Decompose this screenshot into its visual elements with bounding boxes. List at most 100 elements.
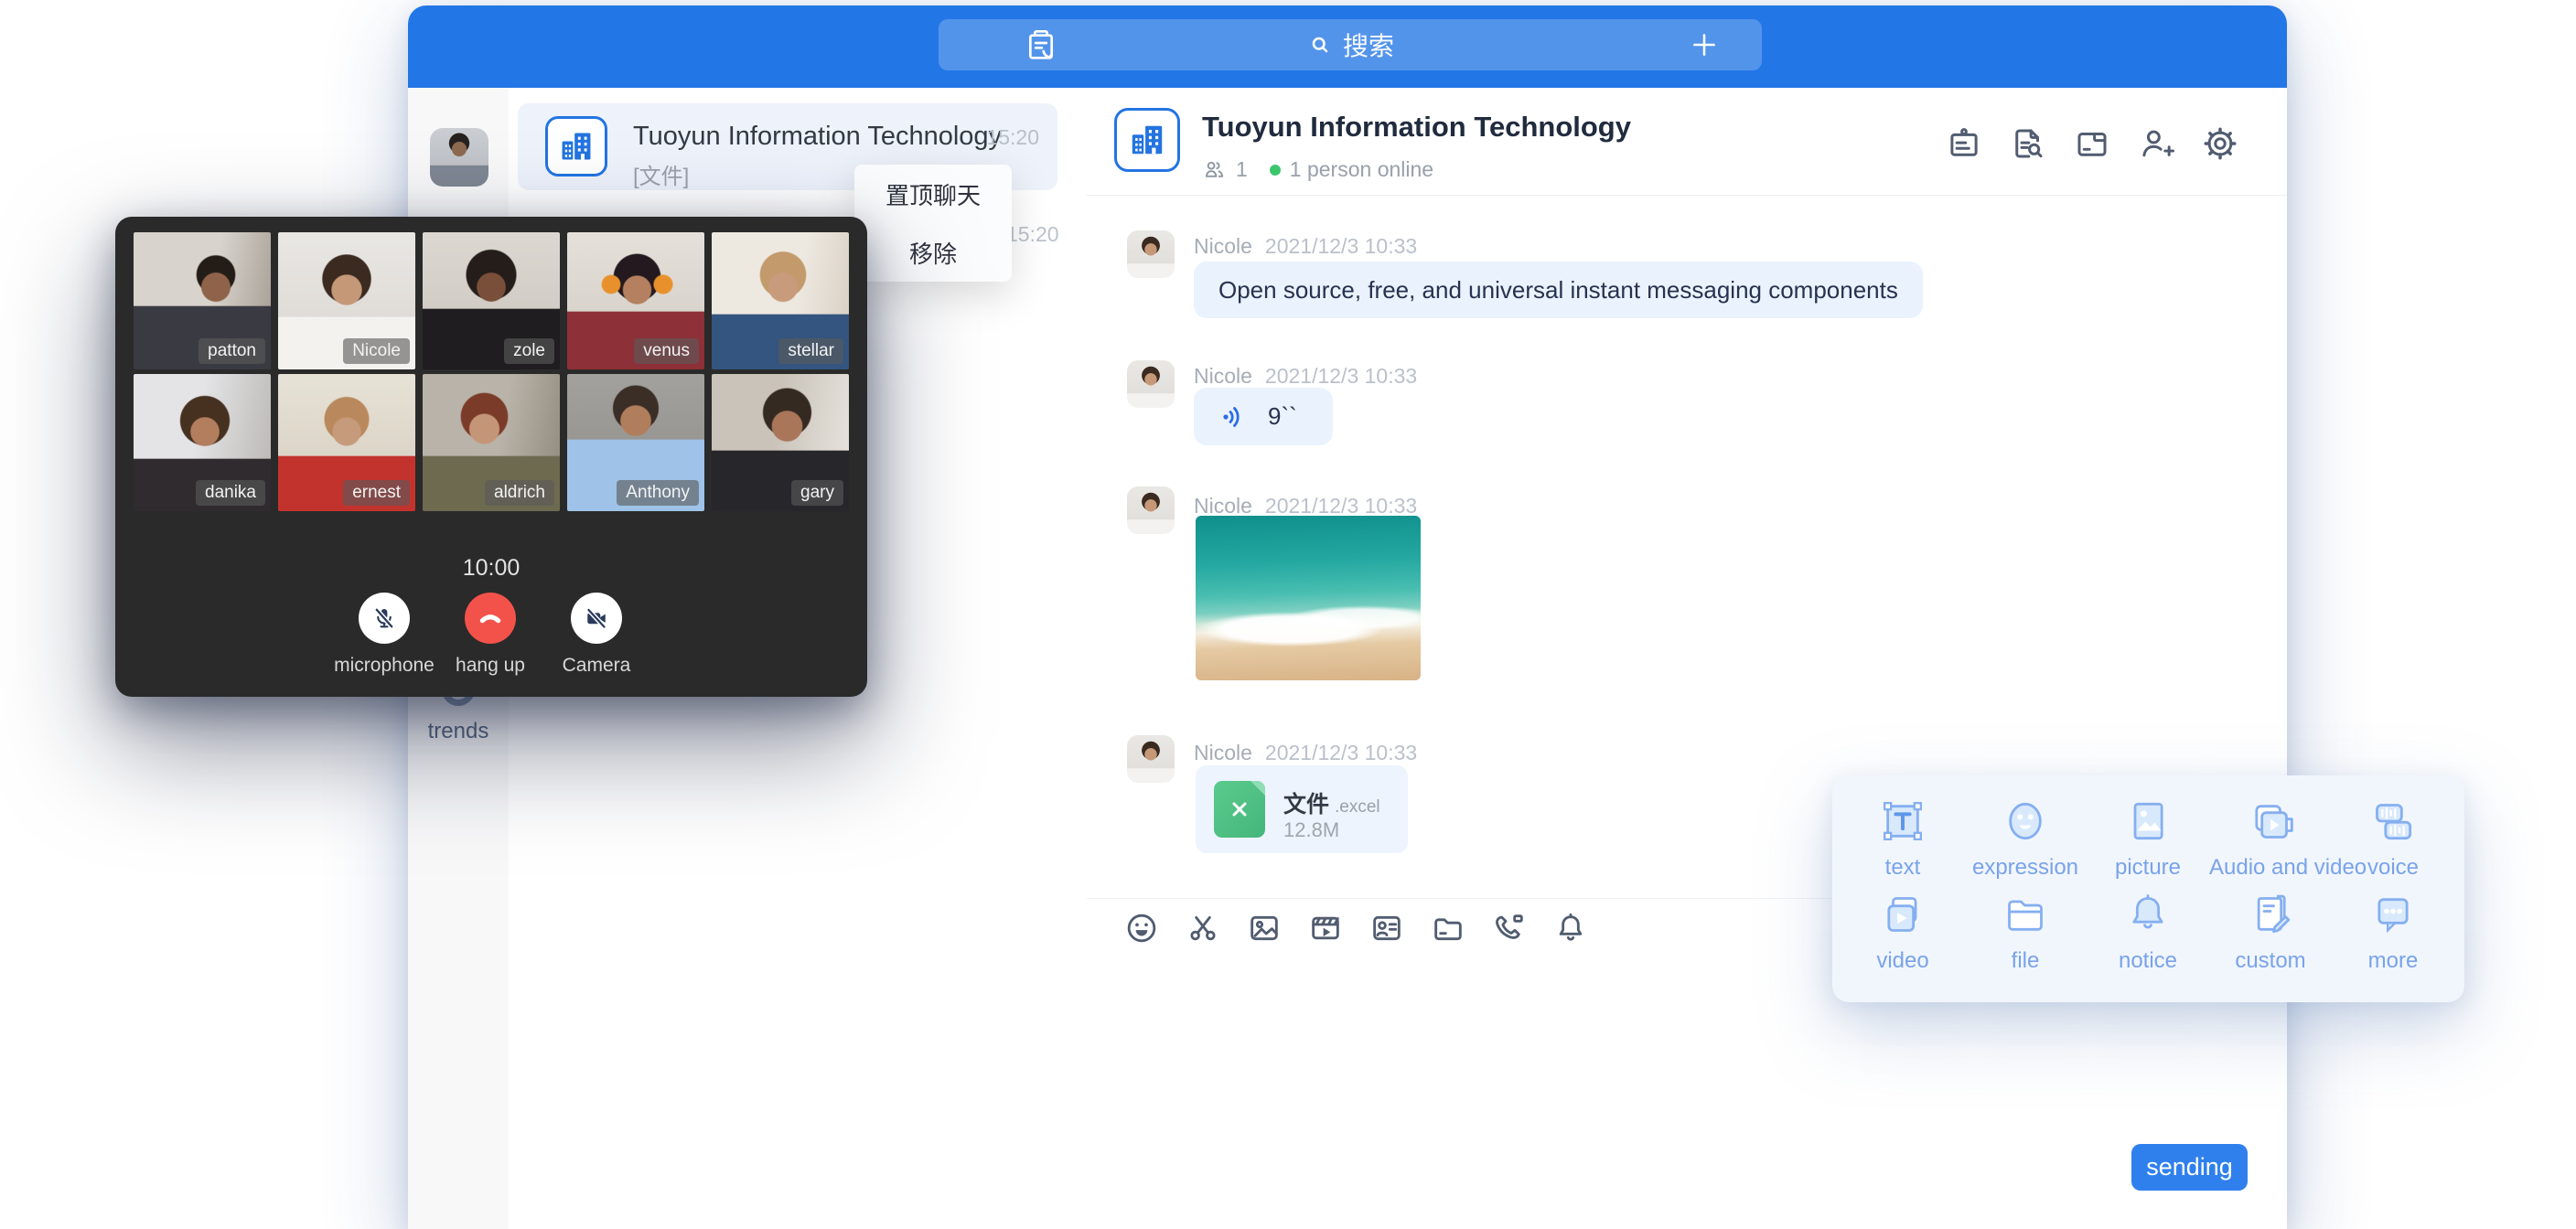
- conversation-time: 15:20: [1006, 222, 1059, 247]
- call-tile[interactable]: Anthony: [567, 374, 704, 511]
- camera-off-icon: [583, 604, 610, 632]
- control-label: hang up: [435, 655, 545, 677]
- panel-item-picture[interactable]: picture: [2087, 796, 2209, 889]
- sender-avatar[interactable]: [1127, 486, 1175, 534]
- chat-panel: Tuoyun Information Technology 1 1 person…: [1087, 88, 2287, 1229]
- video-panel-icon: [1877, 889, 1928, 940]
- group-avatar-badge: [545, 116, 607, 176]
- call-tile[interactable]: zole: [423, 232, 560, 369]
- sender-name: Nicole: [1194, 741, 1252, 764]
- participant-name: Anthony: [617, 480, 699, 506]
- search-bar[interactable]: 搜索: [939, 19, 1762, 70]
- message-header: Nicole2021/12/3 10:33: [1194, 741, 1417, 765]
- panel-item-notice[interactable]: notice: [2087, 889, 2209, 982]
- emoji-icon[interactable]: [1123, 910, 1160, 946]
- sender-name: Nicole: [1194, 234, 1252, 258]
- panel-item-expression[interactable]: expression: [1964, 796, 2087, 889]
- folder-icon[interactable]: [1430, 910, 1466, 946]
- voice-message-bubble[interactable]: 9``: [1194, 388, 1333, 445]
- building-icon: [558, 128, 595, 165]
- voice-duration: 9``: [1268, 388, 1297, 445]
- message-time: 2021/12/3 10:33: [1265, 364, 1417, 388]
- call-tile[interactable]: venus: [567, 232, 704, 369]
- panel-item-video[interactable]: video: [1841, 889, 1964, 982]
- bell-icon[interactable]: [1552, 910, 1589, 946]
- screenshot-scissors-icon[interactable]: [1185, 910, 1221, 946]
- settings-gear-icon[interactable]: [2201, 124, 2239, 163]
- chat-header-actions: [1945, 124, 2239, 163]
- sender-avatar[interactable]: [1127, 360, 1175, 408]
- chat-meta: 1 1 person online: [1202, 157, 1433, 182]
- panel-item-text[interactable]: text: [1841, 796, 1964, 889]
- contact-card-icon[interactable]: [1368, 910, 1405, 946]
- call-tile[interactable]: Nicole: [278, 232, 415, 369]
- image-message-beach[interactable]: [1196, 516, 1421, 680]
- participant-name: Nicole: [343, 338, 410, 364]
- control-label: microphone: [329, 655, 439, 677]
- online-dot: [1270, 165, 1281, 176]
- participant-name: venus: [634, 338, 699, 364]
- picture-icon[interactable]: [1246, 910, 1283, 946]
- sender-avatar[interactable]: [1127, 230, 1175, 278]
- panel-item-custom[interactable]: custom: [2209, 889, 2332, 982]
- add-member-icon[interactable]: [2137, 124, 2175, 163]
- camera-toggle-button[interactable]: Camera: [542, 593, 651, 677]
- participant-name: ernest: [343, 480, 410, 506]
- menu-item-pin-chat[interactable]: 置顶聊天: [854, 165, 1012, 223]
- call-timer: 10:00: [115, 555, 867, 582]
- audio-video-icon: [2245, 796, 2296, 847]
- plus-icon[interactable]: [1689, 29, 1720, 65]
- file-ext: .excel: [1335, 797, 1380, 817]
- call-list-icon[interactable]: [1023, 27, 1059, 68]
- hang-up-icon: [477, 604, 504, 632]
- file-message-bubble[interactable]: 文件.excel 12.8M: [1196, 765, 1408, 853]
- call-tile[interactable]: ernest: [278, 374, 415, 511]
- microphone-toggle-button[interactable]: microphone: [329, 593, 439, 677]
- message-header: Nicole 2021/12/3 10:33: [1194, 234, 1417, 259]
- notice-panel-icon: [2122, 889, 2174, 940]
- panel-item-audio-and-video[interactable]: Audio and video: [2209, 796, 2332, 889]
- message-type-panel: text expression picture: [1832, 775, 2464, 1002]
- more-panel-icon: [2367, 889, 2419, 940]
- file-drawer-icon[interactable]: [2073, 124, 2111, 163]
- hang-up-button[interactable]: hang up: [435, 593, 545, 677]
- search-placeholder: 搜索: [1343, 27, 1394, 63]
- voice-wave-icon: [1218, 401, 1251, 433]
- call-tile[interactable]: patton: [134, 232, 271, 369]
- trends-label: trends: [408, 719, 509, 744]
- control-label: Camera: [542, 655, 651, 677]
- notice-board-icon[interactable]: [1945, 124, 1983, 163]
- microphone-off-icon: [370, 604, 398, 632]
- call-tile[interactable]: gary: [712, 374, 849, 511]
- chat-history-search-icon[interactable]: [2009, 124, 2047, 163]
- call-tile[interactable]: danika: [134, 374, 271, 511]
- building-icon: [1128, 121, 1166, 159]
- online-status: 1 person online: [1290, 157, 1433, 182]
- voice-panel-icon: [2367, 796, 2419, 847]
- panel-item-file[interactable]: file: [1964, 889, 2087, 982]
- message-header: Nicole2021/12/3 10:33: [1194, 364, 1417, 389]
- text-message-bubble[interactable]: Open source, free, and universal instant…: [1194, 262, 1923, 318]
- participant-name: danika: [196, 480, 265, 506]
- message-time: 2021/12/3 10:33: [1265, 234, 1417, 258]
- call-tile[interactable]: stellar: [712, 232, 849, 369]
- video-call-icon[interactable]: [1491, 910, 1528, 946]
- message-time: 2021/12/3 10:33: [1265, 494, 1417, 518]
- excel-file-icon: [1214, 781, 1265, 838]
- send-button[interactable]: sending: [2131, 1144, 2248, 1191]
- titlebar: 搜索: [408, 5, 2287, 88]
- video-clapper-icon[interactable]: [1307, 910, 1344, 946]
- search-field[interactable]: 搜索: [1306, 27, 1394, 63]
- call-participant-grid: patton Nicole zole venus stellar danika …: [134, 232, 849, 511]
- menu-item-remove[interactable]: 移除: [854, 223, 1012, 282]
- call-tile[interactable]: aldrich: [423, 374, 560, 511]
- participant-name: patton: [199, 338, 265, 364]
- participant-name: zole: [504, 338, 554, 364]
- panel-item-voice[interactable]: voice: [2332, 796, 2454, 889]
- panel-item-more[interactable]: more: [2332, 889, 2454, 982]
- text-icon: [1877, 796, 1928, 847]
- current-user-avatar[interactable]: [430, 128, 488, 187]
- members-icon: [1202, 157, 1227, 182]
- sender-avatar[interactable]: [1127, 735, 1175, 783]
- custom-panel-icon: [2245, 889, 2296, 940]
